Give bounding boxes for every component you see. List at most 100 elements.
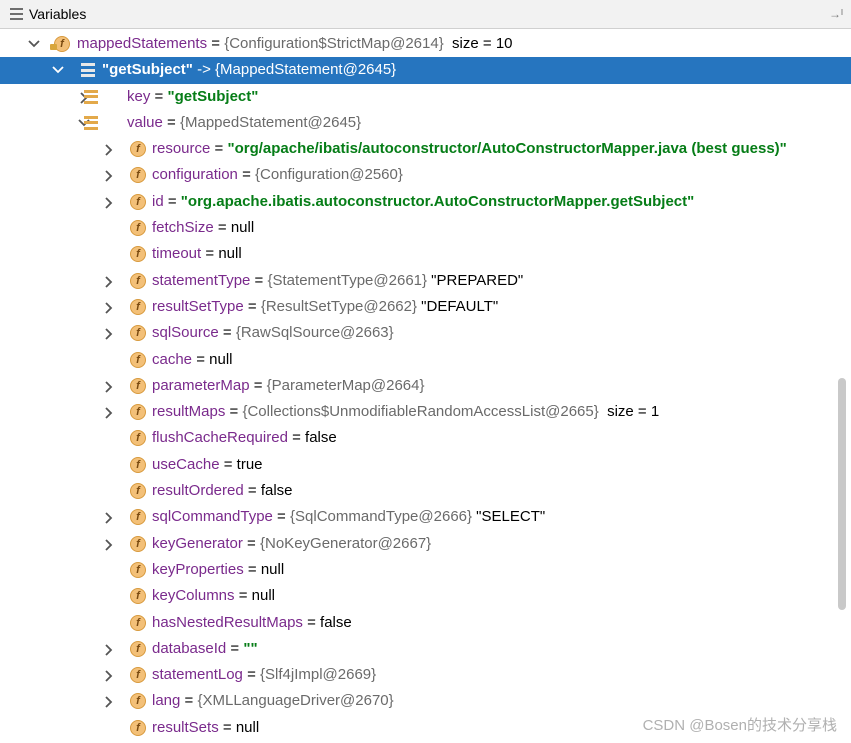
- assign-operator: =: [201, 245, 219, 263]
- tree-row-label: useCache = true: [152, 452, 263, 478]
- field-icon: f: [130, 220, 146, 237]
- tree-row-label: hasNestedResultMaps = false: [152, 610, 352, 636]
- tree-row-flushcacherequired[interactable]: f flushCacheRequired = false: [0, 425, 851, 451]
- chevron-right-icon[interactable]: [101, 294, 117, 320]
- assign-operator: =: [242, 666, 261, 684]
- chevron-right-icon[interactable]: [101, 162, 117, 188]
- tree-row-timeout[interactable]: f timeout = null: [0, 241, 851, 267]
- field-icon: f: [130, 456, 146, 473]
- variable-value: null: [251, 587, 275, 605]
- variable-name: resource: [152, 140, 211, 158]
- tree-row-keyproperties[interactable]: f keyProperties = null: [0, 557, 851, 583]
- tree-row-resultmaps[interactable]: f resultMaps = {Collections$UnmodifiableR…: [0, 399, 851, 425]
- variables-panel-header: Variables →ᴵ: [0, 0, 851, 29]
- tree-row-label: "getSubject" -> {MappedStatement@2645}: [102, 57, 396, 83]
- chevron-right-icon[interactable]: [101, 136, 117, 162]
- tree-row-resultsettype[interactable]: f resultSetType = {ResultSetType@2662} "D…: [0, 294, 851, 320]
- object-reference: {Configuration$StrictMap@2614}: [224, 35, 444, 52]
- object-reference: {Slf4jImpl@2669}: [260, 666, 377, 684]
- chevron-right-icon[interactable]: [101, 373, 117, 399]
- tree-row-configuration[interactable]: f configuration = {Configuration@2560}: [0, 162, 851, 188]
- tree-row-resultordered[interactable]: f resultOrdered = false: [0, 478, 851, 504]
- tree-row-mappedstatements[interactable]: f mappedStatements = {Configuration$Stric…: [0, 31, 851, 57]
- chevron-right-icon[interactable]: [101, 268, 117, 294]
- variable-name: value: [127, 113, 163, 131]
- tree-row-usecache[interactable]: f useCache = true: [0, 452, 851, 478]
- variable-name: databaseId: [152, 639, 227, 657]
- tree-row-resource[interactable]: f resource = "org/apache/ibatis/autoconst…: [0, 136, 851, 162]
- array-entry-icon: [84, 89, 98, 104]
- assign-operator: =: [243, 482, 261, 500]
- tree-row-label: keyProperties = null: [152, 557, 284, 583]
- variable-name: fetchSize: [152, 219, 214, 237]
- tree-row-getsubject[interactable]: "getSubject" -> {MappedStatement@2645}: [0, 57, 851, 84]
- tree-row-sqlcommandtype[interactable]: f sqlCommandType = {SqlCommandType@2666} …: [0, 504, 851, 530]
- assign-operator: =: [234, 587, 252, 605]
- variable-value: true: [236, 455, 263, 473]
- pin-icon[interactable]: →ᴵ: [829, 7, 843, 21]
- tree-row-label: id = "org.apache.ibatis.autoconstructor.…: [152, 189, 694, 215]
- field-icon: f: [130, 719, 146, 736]
- chevron-down-icon[interactable]: [26, 31, 42, 57]
- tree-row-parametermap[interactable]: f parameterMap = {ParameterMap@2664}: [0, 373, 851, 399]
- tree-row-lang[interactable]: f lang = {XMLLanguageDriver@2670}: [0, 688, 851, 714]
- chevron-right-icon[interactable]: [101, 320, 117, 346]
- tree-row-label: keyGenerator = {NoKeyGenerator@2667}: [152, 531, 431, 557]
- object-reference: {NoKeyGenerator@2667}: [260, 534, 432, 552]
- tree-row-label: cache = null: [152, 347, 233, 373]
- variable-name: mappedStatements: [77, 35, 208, 52]
- chevron-right-icon[interactable]: [101, 662, 117, 688]
- vertical-scrollbar[interactable]: [838, 378, 846, 610]
- variable-name: statementType: [152, 271, 251, 289]
- chevron-right-icon[interactable]: [101, 504, 117, 530]
- chevron-right-icon[interactable]: [101, 399, 117, 425]
- variable-value: "org.apache.ibatis.autoconstructor.AutoC…: [180, 192, 695, 210]
- tree-row-databaseid[interactable]: f databaseId = "": [0, 636, 851, 662]
- variable-value: "": [243, 639, 258, 657]
- tree-row-fetchsize[interactable]: f fetchSize = null: [0, 215, 851, 241]
- tree-row-keycolumns[interactable]: f keyColumns = null: [0, 583, 851, 609]
- tree-row-value[interactable]: value = {MappedStatement@2645}: [0, 110, 851, 136]
- field-icon: f: [130, 298, 146, 315]
- assign-operator: =: [180, 692, 198, 710]
- variable-name: key: [127, 87, 151, 105]
- field-icon: f: [130, 614, 146, 631]
- panel-title: Variables: [29, 6, 87, 22]
- tree-row-hasnestedresultmaps[interactable]: f hasNestedResultMaps = false: [0, 610, 851, 636]
- tree-row-label: timeout = null: [152, 241, 242, 267]
- tree-row-label: configuration = {Configuration@2560}: [152, 162, 403, 188]
- variable-value: false: [305, 429, 337, 447]
- assign-operator: =: [219, 455, 237, 473]
- assign-operator: =: [163, 192, 181, 210]
- assign-operator: =: [207, 35, 225, 52]
- field-icon: f: [130, 483, 146, 500]
- chevron-right-icon[interactable]: [101, 531, 117, 557]
- chevron-right-icon[interactable]: [101, 189, 117, 215]
- tree-row-cache[interactable]: f cache = null: [0, 347, 851, 373]
- tree-row-sqlsource[interactable]: f sqlSource = {RawSqlSource@2663}: [0, 320, 851, 346]
- menu-icon[interactable]: [10, 8, 23, 20]
- variable-name: timeout: [152, 245, 202, 263]
- assign-operator: =: [213, 219, 231, 237]
- object-reference: {RawSqlSource@2663}: [235, 324, 394, 342]
- variable-name: statementLog: [152, 666, 243, 684]
- tree-row-statementtype[interactable]: f statementType = {StatementType@2661} "P…: [0, 268, 851, 294]
- tree-row-statementlog[interactable]: f statementLog = {Slf4jImpl@2669}: [0, 662, 851, 688]
- field-icon: f: [50, 36, 70, 52]
- tree-row-id[interactable]: f id = "org.apache.ibatis.autoconstructor…: [0, 189, 851, 215]
- tree-row-label: statementLog = {Slf4jImpl@2669}: [152, 662, 376, 688]
- assign-operator: =: [210, 140, 228, 158]
- tree-row-key[interactable]: key = "getSubject": [0, 84, 851, 110]
- variable-value: "PREPARED": [427, 271, 524, 289]
- tree-row-keygenerator[interactable]: f keyGenerator = {NoKeyGenerator@2667}: [0, 531, 851, 557]
- variable-value: null: [218, 245, 242, 263]
- tree-row-label: mappedStatements = {Configuration$Strict…: [77, 31, 513, 57]
- chevron-right-icon[interactable]: [101, 688, 117, 714]
- watermark: CSDN @Bosen的技术分享栈: [642, 717, 837, 734]
- field-icon: f: [130, 693, 146, 710]
- chevron-right-icon[interactable]: [101, 636, 117, 662]
- assign-operator: =: [250, 271, 268, 289]
- field-icon: f: [130, 561, 146, 578]
- variable-value: false: [320, 613, 352, 631]
- chevron-down-icon[interactable]: [50, 57, 66, 83]
